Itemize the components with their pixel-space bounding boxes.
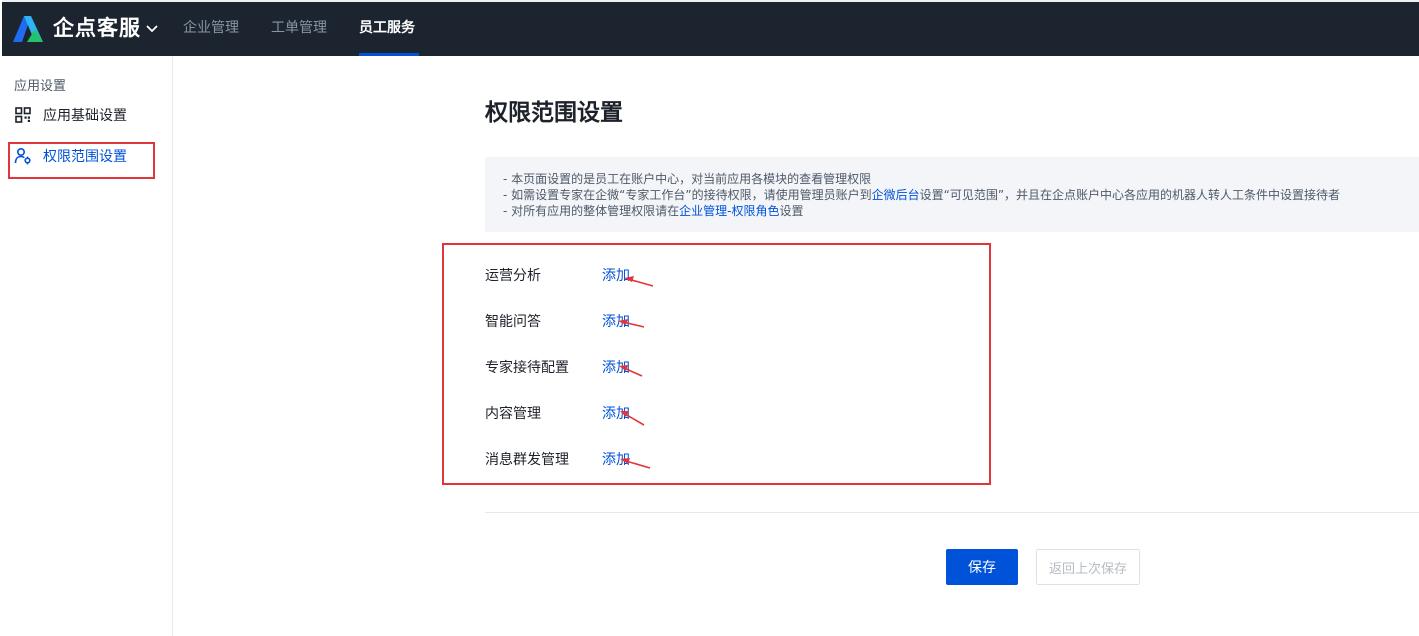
annotation-arrow-icon — [620, 458, 651, 469]
sidebar-group-label: 应用设置 — [14, 79, 67, 94]
notice-text: 设置 — [779, 204, 804, 218]
annotation-arrow-icon — [620, 411, 645, 426]
section-divider — [485, 512, 1419, 513]
top-navigation-bar: 企点客服 企业管理 工单管理 员工服务 — [0, 0, 1419, 56]
annotation-arrow-icon — [619, 365, 643, 377]
notice-line: - 本页面设置的是员工在账户中心，对当前应用各模块的查看管理权限 — [503, 172, 872, 186]
save-button[interactable]: 保存 — [946, 549, 1018, 585]
annotation-arrow-icon — [624, 276, 654, 287]
grid-icon — [15, 107, 31, 123]
revert-to-last-save-button[interactable]: 返回上次保存 — [1036, 549, 1140, 585]
nav-enterprise-management[interactable]: 企业管理 — [183, 0, 239, 56]
wecom-admin-link[interactable]: 企微后台 — [872, 188, 920, 202]
notice-text: - 如需设置专家在企微“专家工作台”的接待权限，请使用管理员账户到 — [503, 188, 872, 202]
permission-role-link[interactable]: 企业管理-权限角色 — [679, 204, 779, 218]
brand-name[interactable]: 企点客服 — [53, 13, 141, 43]
notice-line: - 如需设置专家在企微“专家工作台”的接待权限，请使用管理员账户到企微后台设置“… — [503, 187, 1419, 203]
chevron-down-icon[interactable] — [145, 22, 159, 36]
qidian-logo-icon[interactable] — [13, 16, 49, 42]
notice-line: - 对所有应用的整体管理权限请在企业管理-权限角色设置 — [503, 203, 1419, 219]
window-left-border — [0, 0, 2, 56]
page-title: 权限范围设置 — [485, 100, 623, 126]
permission-label: 运营分析 — [485, 268, 541, 284]
nav-ticket-management[interactable]: 工单管理 — [271, 0, 327, 56]
permission-label: 专家接待配置 — [485, 360, 569, 376]
annotation-arrow-icon — [618, 319, 645, 328]
notice-text: - 对所有应用的整体管理权限请在 — [503, 204, 680, 218]
annotation-highlight-box — [8, 142, 155, 179]
permission-label: 消息群发管理 — [485, 452, 569, 468]
permission-label: 内容管理 — [485, 406, 541, 422]
permission-label: 智能问答 — [485, 314, 541, 330]
nav-employee-service[interactable]: 员工服务 — [359, 0, 419, 56]
sidebar-item-app-basic-settings[interactable]: 应用基础设置 — [14, 104, 164, 126]
notice-text: 设置“可见范围”，并且在企点账户中心各应用的机器人转人工条件中设置接待者 — [919, 188, 1341, 202]
notice-box: - 本页面设置的是员工在账户中心，对当前应用各模块的查看管理权限 - 如需设置专… — [485, 157, 1419, 232]
sidebar-item-label: 应用基础设置 — [43, 108, 127, 124]
